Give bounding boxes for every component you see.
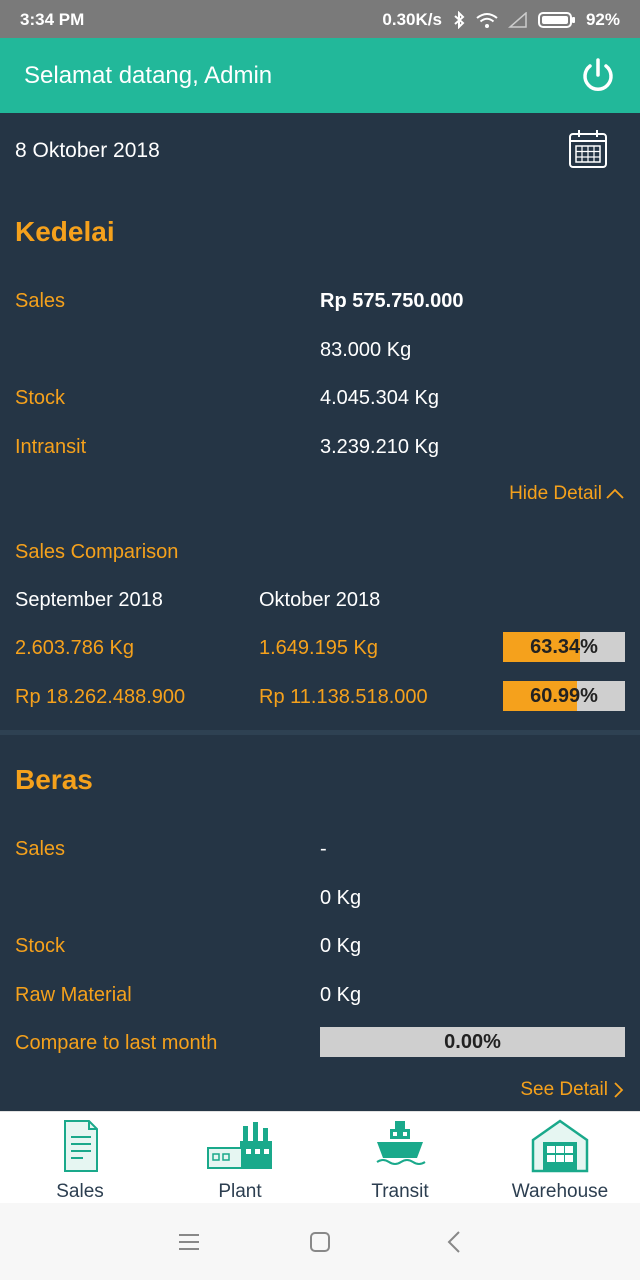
system-navigation bbox=[0, 1203, 640, 1280]
kedelai-sales-kg: 83.000 Kg bbox=[320, 339, 412, 361]
kedelai-sales-value: Rp 575.750.000 bbox=[320, 290, 464, 312]
beras-title: Beras bbox=[15, 764, 93, 795]
progress-percent: 0.00% bbox=[444, 1031, 501, 1053]
kedelai-intransit-value: 3.239.210 Kg bbox=[320, 436, 439, 458]
kedelai-intransit-label: Intransit bbox=[15, 436, 87, 458]
bottom-nav: Sales Plant Transit Warehouse bbox=[0, 1111, 640, 1203]
nav-plant[interactable]: Plant bbox=[160, 1112, 320, 1204]
see-detail-button[interactable]: See Detail bbox=[520, 1079, 624, 1101]
chevron-right-icon bbox=[614, 1082, 624, 1098]
back-icon[interactable] bbox=[442, 1229, 468, 1255]
beras-sales-value: - bbox=[320, 838, 327, 860]
nav-plant-label: Plant bbox=[218, 1181, 262, 1202]
section-divider bbox=[0, 730, 640, 735]
factory-icon bbox=[207, 1122, 272, 1169]
beras-raw-label: Raw Material bbox=[15, 984, 132, 1006]
status-icons: 0.30K/s 92% bbox=[382, 10, 620, 30]
comparison-curr-kg: 1.649.195 Kg bbox=[259, 637, 378, 659]
progress-percent: 60.99% bbox=[530, 685, 598, 707]
battery-percent: 92% bbox=[585, 10, 620, 29]
beras-raw-value: 0 Kg bbox=[320, 984, 362, 1006]
nav-warehouse[interactable]: Warehouse bbox=[480, 1112, 640, 1204]
chevron-up-icon bbox=[606, 488, 624, 499]
see-detail-label: See Detail bbox=[520, 1079, 608, 1100]
status-bar: 3:34 PM 0.30K/s 92% bbox=[0, 0, 640, 38]
nav-warehouse-label: Warehouse bbox=[511, 1181, 609, 1202]
power-icon[interactable] bbox=[578, 56, 618, 96]
beras-compare-progress: 0.00% bbox=[320, 1027, 625, 1057]
beras-compare-label: Compare to last month bbox=[15, 1032, 218, 1054]
nav-sales-label: Sales bbox=[56, 1181, 104, 1202]
nav-sales[interactable]: Sales bbox=[0, 1112, 160, 1204]
app-header: Selamat datang, Admin bbox=[0, 38, 640, 113]
warehouse-icon bbox=[531, 1119, 589, 1173]
document-icon bbox=[64, 1120, 98, 1172]
kedelai-sales-label: Sales bbox=[15, 290, 66, 312]
beras-sales-kg: 0 Kg bbox=[320, 887, 362, 909]
ship-icon bbox=[376, 1121, 426, 1165]
battery-icon bbox=[537, 11, 576, 29]
comparison-prev-month: September 2018 bbox=[15, 589, 163, 611]
dashboard-content[interactable]: 8 Oktober 2018 Kedelai Sales Rp 575.750.… bbox=[0, 113, 640, 1111]
beras-stock-value: 0 Kg bbox=[320, 935, 362, 957]
menu-icon[interactable] bbox=[176, 1229, 202, 1255]
status-time: 3:34 PM bbox=[20, 10, 85, 29]
hide-detail-label: Hide Detail bbox=[509, 483, 602, 504]
network-speed: 0.30K/s bbox=[382, 10, 442, 29]
comparison-prev-kg: 2.603.786 Kg bbox=[15, 637, 134, 659]
kedelai-stock-value: 4.045.304 Kg bbox=[320, 387, 439, 409]
wifi-icon bbox=[476, 12, 498, 28]
home-icon[interactable] bbox=[307, 1229, 333, 1255]
beras-sales-label: Sales bbox=[15, 838, 66, 860]
comparison-rp-progress: 60.99% bbox=[503, 681, 625, 711]
sales-comparison-title: Sales Comparison bbox=[15, 541, 179, 563]
nav-transit-label: Transit bbox=[371, 1181, 429, 1202]
comparison-curr-rp: Rp 11.138.518.000 bbox=[259, 686, 428, 708]
greeting-title: Selamat datang, Admin bbox=[24, 62, 273, 89]
hide-detail-button[interactable]: Hide Detail bbox=[509, 483, 624, 505]
kedelai-stock-label: Stock bbox=[15, 387, 66, 409]
calendar-icon[interactable] bbox=[568, 129, 608, 169]
progress-percent: 63.34% bbox=[530, 636, 598, 658]
comparison-curr-month: Oktober 2018 bbox=[259, 589, 381, 611]
selected-date: 8 Oktober 2018 bbox=[15, 139, 160, 162]
signal-icon bbox=[507, 12, 528, 28]
bluetooth-icon bbox=[452, 11, 466, 29]
kedelai-title: Kedelai bbox=[15, 216, 115, 247]
comparison-prev-rp: Rp 18.262.488.900 bbox=[15, 686, 186, 708]
beras-stock-label: Stock bbox=[15, 935, 66, 957]
comparison-kg-progress: 63.34% bbox=[503, 632, 625, 662]
nav-transit[interactable]: Transit bbox=[320, 1112, 480, 1204]
